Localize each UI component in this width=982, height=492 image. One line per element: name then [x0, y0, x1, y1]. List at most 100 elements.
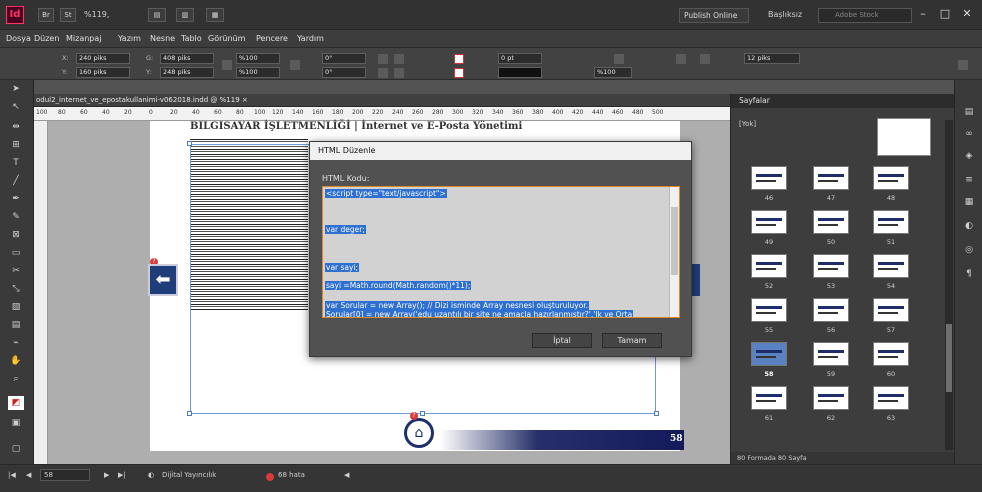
menu-window[interactable]: Pencere	[256, 34, 288, 43]
frame-icon[interactable]: ⊠	[8, 228, 24, 242]
first-page-icon[interactable]: |◀	[8, 471, 16, 479]
cancel-button[interactable]: İptal	[532, 333, 592, 348]
ok-button[interactable]: Tamam	[602, 333, 662, 348]
menu-object[interactable]: Nesne	[150, 34, 175, 43]
previous-page-button[interactable]: ⬅	[148, 264, 178, 296]
menu-help[interactable]: Yardım	[297, 34, 324, 43]
direct-selection-icon[interactable]: ↖	[8, 100, 24, 114]
error-badge-icon[interactable]: ?	[410, 412, 418, 420]
cc-libraries-icon[interactable]: ◎	[963, 244, 975, 256]
home-icon[interactable]: ⌂	[404, 418, 434, 448]
stroke-type-select[interactable]	[498, 67, 542, 78]
publish-online-button[interactable]: Publish Online	[679, 8, 749, 23]
hand-icon[interactable]: ✋	[8, 354, 24, 368]
pen-icon[interactable]: ✒	[8, 192, 24, 206]
preflight-profile[interactable]: Dijital Yayıncılık	[162, 471, 216, 479]
selection-icon[interactable]: ➤	[8, 82, 24, 96]
page-thumbnail[interactable]	[873, 386, 909, 410]
master-none-label[interactable]: [Yok]	[739, 120, 756, 128]
screen-mode-tool-icon[interactable]: ▢	[8, 442, 24, 456]
swatches-icon[interactable]: ▦	[963, 196, 975, 208]
rotation-angle-field[interactable]: 0°	[322, 53, 366, 64]
preflight-errors[interactable]: 68 hata	[278, 471, 305, 479]
document-tab[interactable]: odul2_internet_ve_epostakullanimi-v06201…	[34, 94, 730, 107]
minimize-icon[interactable]: –	[912, 4, 934, 24]
page-thumbnail[interactable]	[813, 254, 849, 278]
gradient-icon[interactable]: ▧	[8, 300, 24, 314]
color-panel-icon[interactable]: ◐	[963, 220, 975, 232]
page-thumbnail[interactable]	[873, 298, 909, 322]
scissors-icon[interactable]: ✂	[8, 264, 24, 278]
pages-panel-icon[interactable]: ▤	[963, 106, 975, 118]
width-field[interactable]: 408 piks	[160, 53, 214, 64]
page-thumbnail[interactable]	[751, 254, 787, 278]
master-thumbnail[interactable]	[877, 118, 931, 156]
page-thumbnail[interactable]	[813, 166, 849, 190]
fill-swatch-icon[interactable]	[454, 54, 464, 64]
frame-handle[interactable]	[187, 411, 192, 416]
effects-icon[interactable]	[614, 54, 624, 64]
apply-none-icon[interactable]: ▣	[8, 416, 24, 430]
transform-icon[interactable]: ⤡	[8, 282, 24, 296]
distribute-icon[interactable]	[700, 54, 710, 64]
gutter-field[interactable]: 12 piks	[744, 53, 800, 64]
page-tool-icon[interactable]: ⇹	[8, 120, 24, 134]
screen-mode-icon[interactable]: ▥	[176, 8, 194, 22]
page-thumbnail[interactable]	[813, 210, 849, 234]
fill-stroke-swatch-icon[interactable]: ◩	[8, 396, 24, 410]
zoom-level[interactable]: %119,	[84, 10, 109, 19]
workspace-switcher[interactable]: Başlıksız	[768, 10, 802, 19]
page-thumbnail[interactable]	[873, 254, 909, 278]
page-thumbnail[interactable]	[873, 342, 909, 366]
menu-table[interactable]: Tablo	[181, 34, 202, 43]
settings-icon[interactable]	[958, 60, 968, 70]
scale-y-field[interactable]: %100	[236, 67, 280, 78]
opacity-field[interactable]: %100	[594, 67, 632, 78]
menu-edit[interactable]: Düzen	[34, 34, 59, 43]
x-position-field[interactable]: 240 piks	[76, 53, 130, 64]
eyedropper-icon[interactable]: ⌁	[8, 336, 24, 350]
pencil-icon[interactable]: ✎	[8, 210, 24, 224]
prev-page-icon[interactable]: ◀	[26, 471, 31, 479]
rectangle-icon[interactable]: ▭	[8, 246, 24, 260]
y-position-field[interactable]: 160 piks	[76, 67, 130, 78]
page-thumbnail[interactable]	[813, 298, 849, 322]
frame-handle[interactable]	[420, 411, 425, 416]
frame-handle[interactable]	[187, 141, 192, 146]
links-icon[interactable]: ∞	[963, 128, 975, 140]
align-icon[interactable]	[676, 54, 686, 64]
type-icon[interactable]: T	[8, 156, 24, 170]
close-icon[interactable]: ✕	[956, 4, 978, 24]
scale-x-field[interactable]: %100	[236, 53, 280, 64]
adobe-stock-search[interactable]: Adobe Stock	[818, 8, 912, 23]
horizontal-scroll-left-icon[interactable]: ◀	[344, 471, 349, 479]
page-thumbnail[interactable]	[751, 386, 787, 410]
stroke-weight-field[interactable]: 0 pt	[498, 53, 542, 64]
shear-angle-field[interactable]: 0°	[322, 67, 366, 78]
menu-layout[interactable]: Mizanpaj	[66, 34, 102, 43]
note-icon[interactable]: ▤	[8, 318, 24, 332]
flip-vertical-icon[interactable]	[394, 68, 404, 78]
page-thumbnail-selected[interactable]	[751, 342, 787, 366]
bridge-button[interactable]: Br	[38, 8, 54, 22]
page-thumbnail[interactable]	[751, 298, 787, 322]
next-page-icon[interactable]: ▶	[104, 471, 109, 479]
html-code-textarea[interactable]: <script type="text/javascript"> var dege…	[322, 186, 680, 318]
height-field[interactable]: 248 piks	[160, 67, 214, 78]
paragraph-styles-icon[interactable]: ¶	[963, 268, 975, 280]
stroke-swatch-icon[interactable]	[454, 68, 464, 78]
menu-view[interactable]: Görünüm	[208, 34, 245, 43]
frame-handle[interactable]	[654, 411, 659, 416]
layers-icon[interactable]: ◈	[963, 150, 975, 162]
rotate-cw-icon[interactable]	[378, 54, 388, 64]
gap-tool-icon[interactable]: ⊞	[8, 138, 24, 152]
maximize-icon[interactable]: □	[934, 4, 956, 24]
link-scale-icon[interactable]	[290, 60, 300, 70]
page-thumbnail[interactable]	[813, 386, 849, 410]
menu-file[interactable]: Dosya	[6, 34, 31, 43]
page-thumbnail[interactable]	[873, 166, 909, 190]
menu-type[interactable]: Yazım	[118, 34, 141, 43]
page-thumbnail[interactable]	[751, 166, 787, 190]
last-page-icon[interactable]: ▶|	[118, 471, 126, 479]
arrange-icon[interactable]: ▦	[206, 8, 224, 22]
